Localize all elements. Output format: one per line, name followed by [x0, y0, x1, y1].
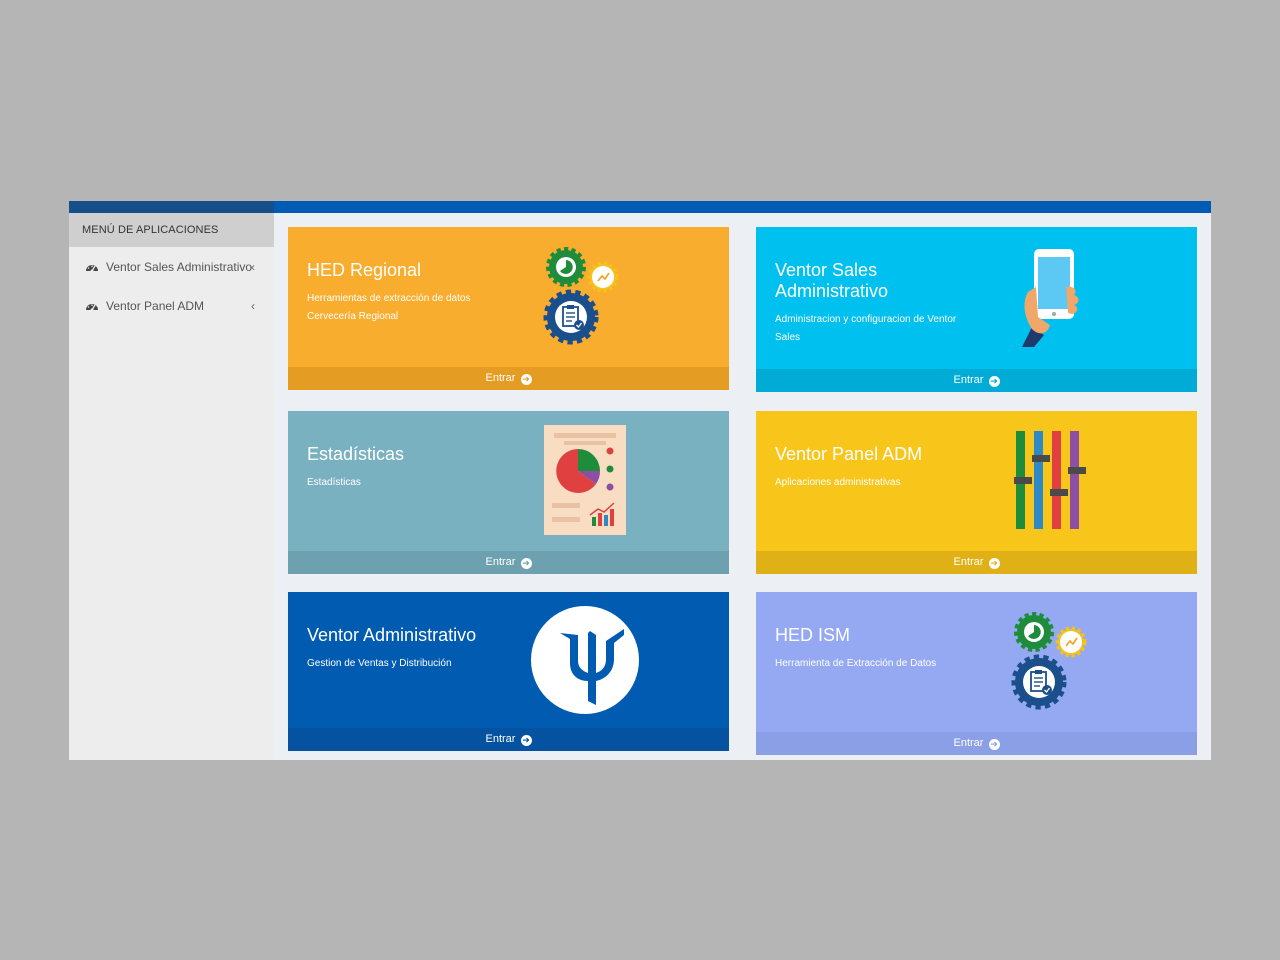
card-description: Administracion y configuracion de Ventor… — [775, 311, 956, 347]
enter-label: Entrar — [485, 556, 516, 568]
sidebar-item-label: Ventor Panel ADM — [106, 298, 205, 313]
gears-report-icon — [543, 247, 619, 345]
sidebar: MENÚ DE APLICACIONES Ventor Sales Admini… — [69, 213, 274, 760]
card-description: Gestion de Ventas y Distribución — [307, 655, 452, 673]
enter-button[interactable]: Entrar ➜ — [756, 732, 1197, 755]
arrow-circle-right-icon: ➜ — [988, 376, 1000, 387]
app-card-hed-ism[interactable]: HED ISM Herramienta de Extracción de Dat… — [756, 592, 1197, 755]
arrow-circle-right-icon: ➜ — [520, 558, 532, 569]
card-description-line: Herramientas de extracción de datos — [307, 293, 471, 304]
card-title: HED Regional — [307, 260, 422, 280]
app-card-ventor-sales-administrativo[interactable]: Ventor Sales Administrativo Administraci… — [756, 227, 1197, 392]
card-title: HED ISM — [775, 625, 851, 645]
sidebar-header: MENÚ DE APLICACIONES — [69, 213, 274, 247]
trident-logo-icon — [531, 606, 639, 714]
enter-label: Entrar — [485, 733, 516, 745]
card-title: Ventor Sales Administrativo — [775, 260, 888, 302]
app-card-estadisticas[interactable]: Estadísticas Estadísticas Entrar ➜ — [288, 411, 729, 574]
card-description-line: Gestion de Ventas y Distribución — [307, 658, 452, 669]
app-card-ventor-administrativo[interactable]: Ventor Administrativo Gestion de Ventas … — [288, 592, 729, 751]
chevron-left-icon[interactable]: ‹ — [251, 299, 255, 313]
dashboard-icon — [86, 303, 98, 311]
card-title: Estadísticas — [307, 444, 405, 464]
navbar-logo-area — [69, 201, 274, 213]
sidebar-item-ventor-panel-adm[interactable]: Ventor Panel ADM ‹ — [69, 286, 274, 325]
card-description-line: Administracion y configuracion de Ventor — [775, 314, 957, 325]
arrow-circle-right-icon: ➜ — [520, 735, 532, 746]
app-card-hed-regional[interactable]: HED Regional Herramientas de extracción … — [288, 227, 729, 390]
card-description: Herramientas de extracción de datos Cerv… — [307, 290, 470, 326]
sidebar-item-label: Ventor Sales Administrativo — [106, 259, 253, 274]
sidebar-item-ventor-sales-administrativo[interactable]: Ventor Sales Administrativo ‹ — [69, 247, 274, 286]
card-description-line: Herramienta de Extracción de Datos — [775, 658, 937, 669]
card-description-line: Aplicaciones administrativas — [775, 477, 901, 488]
app-window: MENÚ DE APLICACIONES Ventor Sales Admini… — [69, 201, 1211, 760]
enter-label: Entrar — [953, 737, 984, 749]
top-navbar — [69, 201, 1211, 213]
arrow-circle-right-icon: ➜ — [988, 739, 1000, 750]
card-description: Aplicaciones administrativas — [775, 474, 901, 492]
card-title-line: Administrativo — [775, 281, 889, 301]
chevron-left-icon[interactable]: ‹ — [251, 260, 255, 274]
enter-button[interactable]: Entrar ➜ — [288, 728, 729, 751]
sliders-icon — [1014, 431, 1086, 529]
card-title-line: Ventor Sales — [775, 260, 878, 280]
pie-chart-report-icon — [544, 425, 626, 535]
hand-phone-icon — [1022, 249, 1079, 347]
card-title: Ventor Administrativo — [307, 625, 477, 645]
card-description-line: Cervecería Regional — [307, 311, 399, 322]
card-description-line: Estadísticas — [307, 477, 361, 488]
enter-button[interactable]: Entrar ➜ — [288, 367, 729, 390]
card-description-line: Sales — [775, 332, 801, 343]
enter-button[interactable]: Entrar ➜ — [288, 551, 729, 574]
enter-label: Entrar — [485, 372, 516, 384]
arrow-circle-right-icon: ➜ — [988, 558, 1000, 569]
enter-button[interactable]: Entrar ➜ — [756, 551, 1197, 574]
main-content: HED Regional Herramientas de extracción … — [274, 213, 1211, 760]
enter-label: Entrar — [953, 374, 984, 386]
card-description: Herramienta de Extracción de Datos — [775, 655, 936, 673]
enter-button[interactable]: Entrar ➜ — [756, 369, 1197, 392]
arrow-circle-right-icon: ➜ — [520, 374, 532, 385]
gears-report-icon — [1011, 612, 1087, 710]
dashboard-icon — [86, 264, 98, 272]
enter-label: Entrar — [953, 556, 984, 568]
card-title: Ventor Panel ADM — [775, 444, 923, 464]
app-card-ventor-panel-adm[interactable]: Ventor Panel ADM Aplicaciones administra… — [756, 411, 1197, 574]
card-description: Estadísticas — [307, 474, 361, 492]
